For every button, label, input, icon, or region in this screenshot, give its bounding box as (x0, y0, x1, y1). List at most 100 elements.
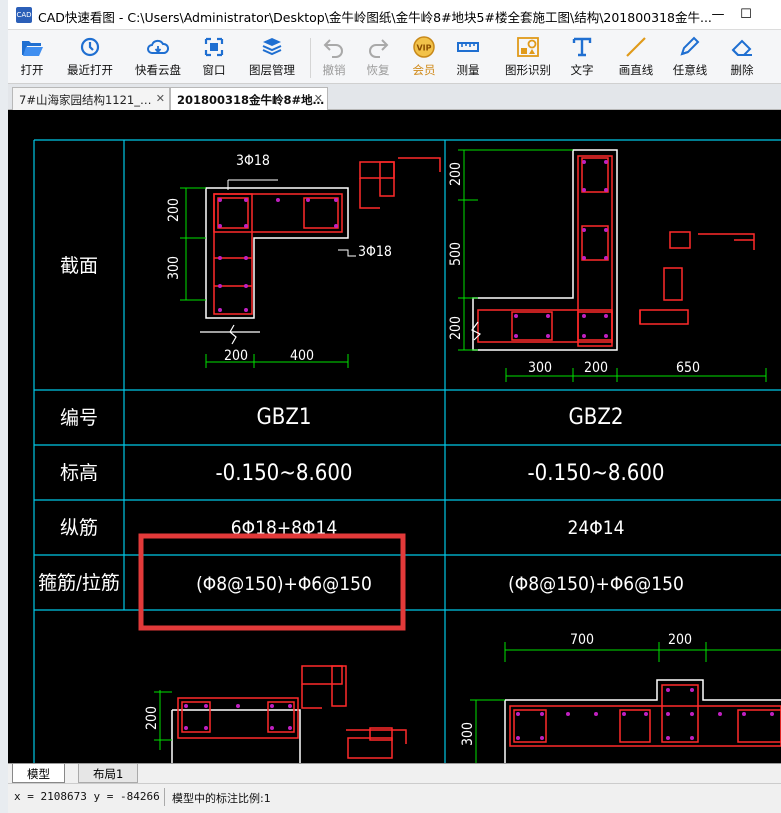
gbz1-rebar-details (359, 157, 441, 209)
gbz2-longitudinal: 24Φ14 (568, 517, 625, 539)
cloud-drive-button[interactable]: 快看云盘 (128, 34, 188, 80)
undo-label: 撤销 (322, 63, 346, 77)
gbz2-dimension-text: 200 500 200 300 200 650 (448, 162, 700, 376)
open-button[interactable]: 打开 (12, 34, 52, 80)
layers-label: 图层管理 (249, 63, 295, 77)
gbz1-id: GBZ1 (256, 405, 311, 430)
shape-recognition-button[interactable]: 图形识别 (498, 34, 558, 80)
gbz1-width-1: 200 (224, 348, 248, 364)
rebar-nodes (218, 198, 338, 312)
text-button[interactable]: 文字 (564, 34, 600, 80)
row-label-longitudinal: 纵筋 (60, 517, 98, 539)
ruler-icon (457, 42, 479, 52)
lower-right-width-2: 200 (668, 632, 692, 648)
text-tool-icon (572, 37, 592, 57)
gbz2-stirrups: (Φ8@150)+Φ6@150 (508, 573, 684, 595)
gbz2-id: GBZ2 (568, 405, 623, 430)
gbz2-height-2: 500 (448, 242, 464, 266)
measure-button[interactable]: 测量 (450, 34, 486, 80)
annotation-scale: 模型中的标注比例:1 (172, 792, 271, 805)
gbz2-height-3: 200 (448, 316, 464, 340)
row-labels: 截面 编号 标高 纵筋 箍筋/拉筋 (38, 255, 120, 594)
lower-left-section: 200 (144, 665, 407, 763)
redo-arrow-icon (369, 39, 389, 58)
main-toolbar: 打开 最近打开 快看云盘 窗口 图层管理 撤销 恢复 VIP 会员 测量 图形识… (8, 30, 781, 84)
table-grid (33, 139, 781, 763)
vip-badge-icon: VIP (413, 36, 435, 58)
tab-document-2[interactable]: 201800318金牛岭8#地… ✕ (170, 87, 328, 110)
draw-line-button[interactable]: 画直线 (612, 34, 660, 80)
gbz2-width-2: 200 (584, 360, 608, 376)
window-button[interactable]: 窗口 (194, 34, 234, 80)
delete-button[interactable]: 删除 (722, 34, 762, 80)
pencil-icon (680, 36, 700, 56)
lower-right-section: 700 200 300 (460, 632, 781, 763)
toolbar-divider (310, 38, 311, 78)
gbz1-section: 3Φ18 3Φ18 200 400 200 300 (166, 153, 441, 368)
gbz1-stirrups: (Φ8@150)+Φ6@150 (196, 573, 372, 595)
window-label: 窗口 (202, 63, 226, 77)
gbz2-elevation: -0.150~8.600 (527, 461, 664, 486)
vip-member-button[interactable]: VIP 会员 (406, 34, 442, 80)
lower-left-height: 200 (144, 706, 160, 730)
gbz1-right-bar-label: 3Φ18 (358, 244, 392, 260)
layer-manager-button[interactable]: 图层管理 (242, 34, 302, 80)
row-label-section: 截面 (60, 255, 98, 277)
minimize-button[interactable]: — (704, 3, 732, 27)
cad-viewer-window: CAD CAD快速看图 - C:\Users\Administrator\Des… (0, 0, 781, 813)
shape-detect-icon (517, 37, 539, 57)
row-label-elevation: 标高 (60, 462, 98, 484)
row-label-id: 编号 (60, 407, 98, 429)
window-title: CAD快速看图 - C:\Users\Administrator\Desktop… (38, 10, 712, 25)
tab-model[interactable]: 模型 (12, 764, 65, 783)
redo-label: 恢复 (366, 63, 390, 77)
recent-open-button[interactable]: 最近打开 (60, 34, 120, 80)
gbz2-rebar-details (639, 231, 755, 325)
title-bar[interactable]: CAD CAD快速看图 - C:\Users\Administrator\Des… (8, 0, 781, 30)
eraser-icon (731, 39, 752, 56)
gbz1-width-2: 400 (290, 348, 314, 364)
gbz1-height-2: 300 (166, 256, 182, 280)
undo-button[interactable]: 撤销 (316, 34, 352, 80)
undo-arrow-icon (323, 39, 343, 58)
redo-button[interactable]: 恢复 (360, 34, 396, 80)
layers-icon (262, 38, 282, 56)
window-fit-icon (204, 37, 224, 57)
text-label: 文字 (570, 63, 594, 77)
tab-close-icon[interactable]: ✕ (314, 92, 323, 105)
cad-drawing[interactable]: 截面 编号 标高 纵筋 箍筋/拉筋 GBZ1 -0.150~8.600 6Φ18… (8, 110, 781, 763)
tab-close-icon[interactable]: ✕ (156, 92, 165, 105)
cursor-coordinates: x = 2108673 y = -84266 (14, 790, 160, 803)
open-label: 打开 (20, 63, 44, 77)
model-layout-tabs: 模型 布局1 (8, 763, 781, 783)
status-bar: x = 2108673 y = -84266 模型中的标注比例:1 (8, 783, 781, 813)
shape-recognition-label: 图形识别 (505, 63, 551, 77)
gbz1-dimension-text: 3Φ18 3Φ18 200 400 200 300 (166, 153, 392, 364)
gbz1-top-bar-label: 3Φ18 (236, 153, 270, 169)
recent-label: 最近打开 (67, 63, 113, 77)
app-logo-icon: CAD (16, 7, 32, 23)
line-tool-icon (626, 37, 646, 57)
lower-right-width-1: 700 (570, 632, 594, 648)
status-divider (164, 788, 165, 806)
gbz1-elevation: -0.150~8.600 (215, 461, 352, 486)
lower-right-height: 300 (460, 722, 476, 746)
tab-document-2-label: 201800318金牛岭8#地… (177, 93, 325, 107)
tab-document-1-label: 7#山海家园结构1121_… (19, 93, 152, 107)
maximize-button[interactable]: ☐ (732, 3, 760, 27)
gbz2-width-3: 650 (676, 360, 700, 376)
delete-label: 删除 (730, 63, 754, 77)
tab-layout-1[interactable]: 布局1 (78, 764, 139, 783)
cloud-label: 快看云盘 (135, 63, 181, 77)
freehand-button[interactable]: 任意线 (666, 34, 714, 80)
drawing-canvas[interactable]: 截面 编号 标高 纵筋 箍筋/拉筋 GBZ1 -0.150~8.600 6Φ18… (8, 110, 781, 763)
vip-label: 会员 (412, 63, 436, 77)
gbz2-height-1: 200 (448, 162, 464, 186)
folder-open-icon (22, 41, 43, 56)
gbz1-height-1: 200 (166, 198, 182, 222)
cloud-icon (147, 39, 170, 54)
tab-document-1[interactable]: 7#山海家园结构1121_… ✕ (12, 87, 170, 110)
document-tabs: 7#山海家园结构1121_… ✕ 201800318金牛岭8#地… ✕ (8, 84, 781, 110)
measure-label: 测量 (456, 63, 480, 77)
gbz2-width-1: 300 (528, 360, 552, 376)
